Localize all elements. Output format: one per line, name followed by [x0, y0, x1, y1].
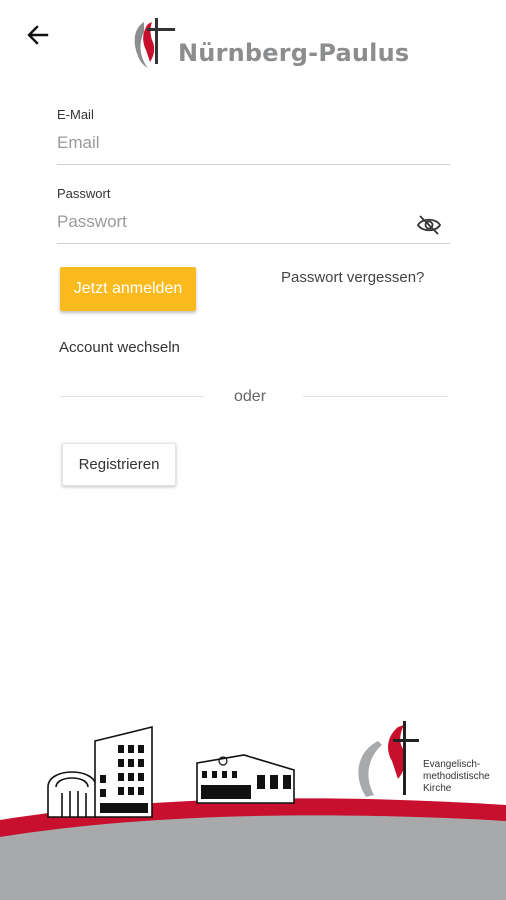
login-button[interactable]: Jetzt anmelden: [60, 267, 196, 311]
eye-off-icon[interactable]: [416, 214, 442, 236]
switch-account-link[interactable]: Account wechseln: [59, 339, 180, 356]
church-name-line: Evangelisch-: [423, 759, 481, 770]
password-underline: [57, 243, 450, 244]
forgot-password-link[interactable]: Passwort vergessen?: [281, 269, 424, 286]
church-name-line: methodistische: [423, 771, 490, 782]
cross-flame-icon: [134, 18, 175, 68]
church-name-line: Kirche: [423, 783, 452, 794]
arrow-left-icon: [27, 25, 49, 45]
church-name-label: Evangelisch- methodistische Kirche: [423, 759, 506, 795]
email-input[interactable]: [57, 130, 450, 156]
footer-illustration: [0, 715, 506, 900]
app-title: Nürnberg-Paulus: [178, 39, 410, 67]
email-field: E-Mail: [57, 107, 450, 165]
email-label: E-Mail: [57, 107, 94, 122]
church-buildings-illustration: [0, 721, 506, 900]
back-button[interactable]: [22, 20, 52, 50]
divider-right: [303, 396, 448, 397]
app-logo: Nürnberg-Paulus: [130, 16, 409, 70]
password-input[interactable]: [57, 209, 450, 235]
email-underline: [57, 164, 450, 165]
password-label: Passwort: [57, 186, 111, 201]
password-field: Passwort: [57, 186, 450, 244]
register-button[interactable]: Registrieren: [62, 443, 176, 486]
or-separator: oder: [234, 388, 267, 405]
divider-left: [60, 396, 204, 397]
